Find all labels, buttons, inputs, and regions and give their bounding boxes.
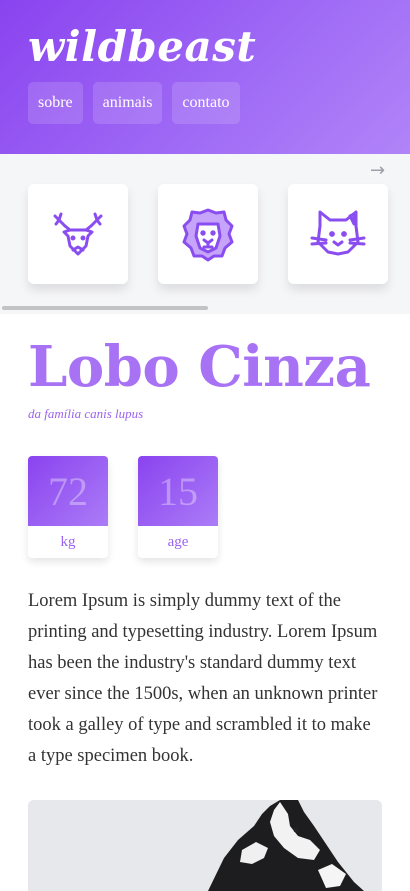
animal-card-cat[interactable]: [288, 184, 388, 284]
stat-age: 15 age: [138, 456, 218, 558]
animal-card-deer[interactable]: [28, 184, 128, 284]
animal-carousel[interactable]: →: [0, 154, 410, 314]
wolf-photo-image: [28, 800, 382, 891]
deer-icon: [53, 212, 103, 256]
lion-icon: [182, 208, 234, 262]
brand-logo[interactable]: wildbeast: [28, 22, 256, 71]
stat-age-value-box: 15: [138, 456, 218, 526]
carousel-scrollbar-thumb[interactable]: [2, 306, 208, 310]
main-nav: sobre animais contato: [28, 82, 240, 124]
site-header: wildbeast sobre animais contato: [0, 0, 410, 154]
stat-age-value: 15: [158, 468, 198, 514]
stat-weight-label: kg: [60, 533, 76, 550]
animal-family: da família canis lupus: [28, 406, 144, 421]
animal-photo: [28, 800, 382, 891]
stat-weight-value: 72: [48, 468, 88, 514]
stat-age-label: age: [167, 533, 189, 550]
cat-icon: [310, 210, 366, 256]
nav-contato[interactable]: contato: [172, 82, 240, 124]
nav-sobre[interactable]: sobre: [28, 82, 83, 124]
nav-animais[interactable]: animais: [92, 82, 163, 124]
animal-title: Lobo Cinza: [28, 334, 371, 400]
arrow-right-icon[interactable]: →: [370, 160, 385, 181]
stat-weight-value-box: 72: [28, 456, 108, 526]
animal-description: Lorem Ipsum is simply dummy text of the …: [28, 591, 378, 766]
animal-card-lion[interactable]: [158, 184, 258, 284]
stat-weight: 72 kg: [28, 456, 108, 558]
